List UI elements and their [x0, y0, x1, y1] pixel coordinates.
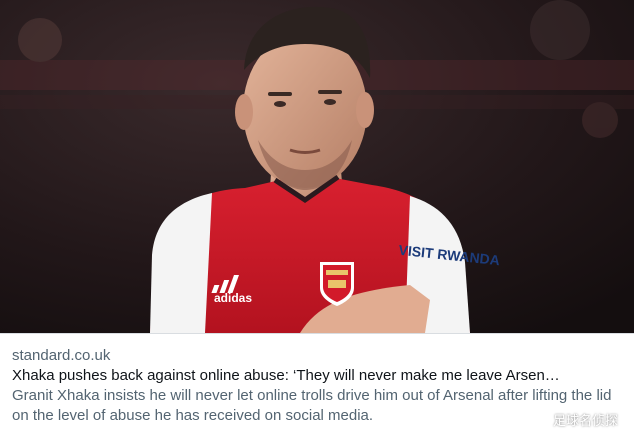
svg-text:adidas: adidas: [214, 291, 252, 305]
wechat-icon: [530, 412, 549, 428]
watermark: 足球名侦探: [530, 410, 618, 429]
description: Granit Xhaka insists he will never let o…: [12, 387, 612, 424]
watermark-text: 足球名侦探: [552, 414, 618, 429]
article-image[interactable]: adidas VISIT RWANDA: [0, 0, 634, 333]
link-preview-card[interactable]: adidas VISIT RWANDA standard.co.uk Xhaka…: [0, 0, 634, 445]
source-domain: standard.co.uk: [12, 347, 111, 364]
divider: [0, 333, 634, 334]
headline: Xhaka pushes back against online abuse: …: [12, 367, 560, 384]
